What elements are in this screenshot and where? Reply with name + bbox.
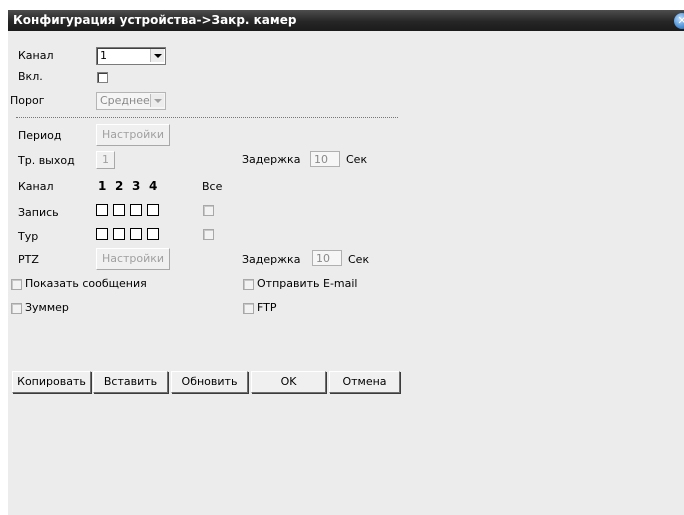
threshold-select[interactable]: Среднее (96, 92, 166, 110)
ok-button[interactable]: OK (251, 371, 326, 393)
title-bar: Конфигурация устройства->Закр. камер ✕ (8, 10, 684, 31)
tour-channel-3-checkbox[interactable] (130, 228, 142, 240)
channel-label: Канал (18, 49, 54, 62)
channel-select-value: 1 (100, 49, 107, 62)
show-message-label: Показать сообщения (25, 277, 147, 290)
section-divider (16, 117, 398, 118)
period-settings-button[interactable]: Настройки (96, 124, 170, 146)
enable-checkbox[interactable] (97, 72, 108, 83)
copy-button[interactable]: Копировать (12, 371, 91, 393)
close-icon[interactable]: ✕ (674, 13, 684, 29)
channels-label: Канал (18, 180, 54, 193)
channel-number-1: 1 (98, 179, 107, 193)
alarm-delay-unit: Сек (346, 153, 368, 166)
channel-number-3: 3 (132, 179, 141, 193)
record-channel-3-checkbox[interactable] (130, 204, 142, 216)
chevron-down-icon (150, 49, 164, 62)
ftp-checkbox[interactable] (243, 303, 254, 314)
record-channel-1-checkbox[interactable] (96, 204, 108, 216)
chevron-down-icon (150, 94, 164, 107)
send-email-checkbox[interactable] (243, 279, 254, 290)
config-panel: Канал 1 Вкл. Порог Среднее Период Настро… (8, 31, 684, 515)
record-label: Запись (18, 206, 59, 219)
threshold-label: Порог (10, 94, 45, 107)
alarm-out-1-button[interactable]: 1 (96, 151, 115, 169)
tour-channel-1-checkbox[interactable] (96, 228, 108, 240)
window-title: Конфигурация устройства->Закр. камер (13, 13, 297, 27)
ptz-settings-button[interactable]: Настройки (96, 248, 170, 270)
send-email-label: Отправить E-mail (257, 277, 358, 290)
period-label: Период (18, 129, 62, 142)
enable-label: Вкл. (18, 70, 43, 83)
all-label: Все (202, 180, 223, 193)
refresh-button[interactable]: Обновить (171, 371, 248, 393)
record-channel-2-checkbox[interactable] (113, 204, 125, 216)
tour-channel-2-checkbox[interactable] (113, 228, 125, 240)
channel-number-2: 2 (115, 179, 124, 193)
cancel-button[interactable]: Отмена (329, 371, 400, 393)
ptz-label: PTZ (18, 253, 39, 266)
paste-button[interactable]: Вставить (93, 371, 168, 393)
alarm-delay-input[interactable]: 10 (310, 151, 340, 167)
buzzer-label: Зуммер (25, 301, 69, 314)
alarm-out-label: Тр. выход (18, 154, 75, 167)
alarm-delay-label: Задержка (242, 153, 301, 166)
ptz-delay-input[interactable]: 10 (312, 250, 342, 266)
ptz-delay-unit: Сек (348, 253, 370, 266)
channel-number-4: 4 (149, 179, 158, 193)
record-all-checkbox[interactable] (203, 205, 214, 216)
channel-select[interactable]: 1 (96, 47, 166, 65)
tour-channel-4-checkbox[interactable] (147, 228, 159, 240)
ftp-label: FTP (257, 301, 277, 314)
buzzer-checkbox[interactable] (11, 303, 22, 314)
record-channel-4-checkbox[interactable] (147, 204, 159, 216)
tour-label: Тур (18, 230, 39, 243)
show-message-checkbox[interactable] (11, 279, 22, 290)
threshold-select-value: Среднее (100, 94, 150, 107)
tour-all-checkbox[interactable] (203, 229, 214, 240)
ptz-delay-label: Задержка (242, 253, 301, 266)
